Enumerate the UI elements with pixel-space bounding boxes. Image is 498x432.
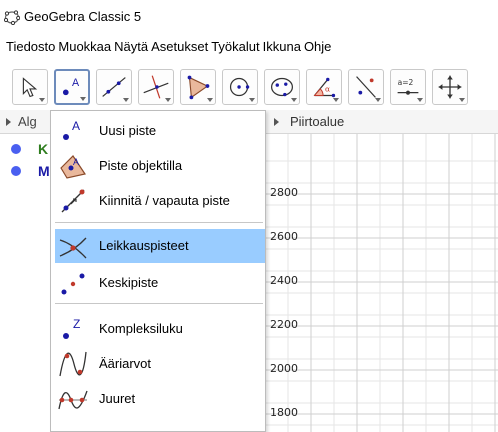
svg-text:α: α bbox=[325, 85, 330, 94]
menu-item-label: Leikkauspisteet bbox=[99, 238, 189, 253]
object-name: M bbox=[38, 163, 50, 179]
move-graphics-tool-button[interactable] bbox=[432, 69, 468, 105]
title-bar: GeoGebra Classic 5 bbox=[0, 0, 498, 32]
tool-menu-triangle-icon bbox=[249, 98, 255, 102]
window-title: GeoGebra Classic 5 bbox=[24, 9, 142, 24]
tool-menu-triangle-icon bbox=[333, 98, 339, 102]
menu-item-label: Keskipiste bbox=[99, 275, 159, 290]
menu-item-intersect[interactable]: Leikkauspisteet bbox=[55, 229, 265, 263]
visibility-dot-icon[interactable] bbox=[11, 166, 21, 176]
coordinate-grid[interactable] bbox=[266, 134, 498, 432]
tool-menu-triangle-icon bbox=[165, 98, 171, 102]
graphics-view[interactable]: Piirtoalue 2800 2600 2400 2200 2000 1800 bbox=[266, 110, 498, 432]
y-axis-tick-label: 2600 bbox=[270, 230, 298, 243]
line-tool-button[interactable] bbox=[96, 69, 132, 105]
angle-tool-button[interactable]: α bbox=[306, 69, 342, 105]
graphics-view-header[interactable]: Piirtoalue bbox=[266, 110, 498, 134]
visibility-dot-icon[interactable] bbox=[11, 144, 21, 154]
extremum-icon bbox=[59, 351, 87, 377]
menu-item-attach-detach-point[interactable]: Kiinnitä / vapauta piste bbox=[55, 184, 265, 218]
menu-item-label: Juuret bbox=[99, 391, 136, 406]
svg-text:A: A bbox=[72, 77, 80, 89]
expand-triangle-icon bbox=[6, 118, 11, 126]
menu-bar: Tiedosto Muokkaa Näytä Asetukset Työkalu… bbox=[0, 36, 498, 58]
expand-triangle-icon bbox=[274, 118, 279, 126]
point-tools-dropdown: A Uusi piste A Piste objektilla Kiinnitä… bbox=[50, 110, 266, 432]
algebra-view-title: Alg bbox=[18, 114, 37, 129]
ellipse-tool-button[interactable] bbox=[264, 69, 300, 105]
menu-item-complex-number[interactable]: Z Kompleksiluku bbox=[55, 312, 265, 346]
slider-tool-button[interactable]: a=2 bbox=[390, 69, 426, 105]
circle-tool-button[interactable] bbox=[222, 69, 258, 105]
object-name: K bbox=[38, 141, 49, 157]
graphics-view-title: Piirtoalue bbox=[290, 114, 345, 129]
tool-menu-triangle-icon bbox=[39, 98, 45, 102]
menu-item-new-point[interactable]: A Uusi piste bbox=[55, 114, 265, 148]
menu-item-label: Kiinnitä / vapauta piste bbox=[99, 193, 230, 208]
menu-item-extremum[interactable]: Ääriarvot bbox=[55, 347, 265, 381]
midpoint-icon bbox=[61, 273, 85, 295]
tool-menu-triangle-icon bbox=[375, 98, 381, 102]
menu-separator bbox=[55, 303, 263, 304]
intersect-icon bbox=[59, 237, 87, 259]
menu-item-point-on-object[interactable]: A Piste objektilla bbox=[55, 149, 265, 183]
y-axis-tick-label: 1800 bbox=[270, 406, 298, 419]
menu-file[interactable]: Tiedosto bbox=[6, 36, 55, 58]
tool-menu-triangle-icon bbox=[417, 98, 423, 102]
menu-item-label: Piste objektilla bbox=[99, 158, 183, 173]
menu-help[interactable]: Ohje bbox=[304, 36, 331, 58]
tool-menu-triangle-icon bbox=[459, 98, 465, 102]
toolbar: A α a=2 bbox=[0, 64, 498, 110]
menu-window[interactable]: Ikkuna bbox=[263, 36, 301, 58]
point-tool-button[interactable]: A bbox=[54, 69, 90, 105]
complex-number-icon: Z bbox=[63, 317, 80, 339]
menu-item-midpoint[interactable]: Keskipiste bbox=[55, 266, 265, 300]
algebra-row-m[interactable]: M bbox=[0, 160, 56, 182]
menu-separator bbox=[55, 222, 263, 223]
y-axis-tick-label: 2000 bbox=[270, 362, 298, 375]
menu-options[interactable]: Asetukset bbox=[151, 36, 208, 58]
menu-item-label: Uusi piste bbox=[99, 123, 157, 138]
menu-tools[interactable]: Työkalut bbox=[211, 36, 259, 58]
svg-text:Z: Z bbox=[73, 317, 80, 331]
algebra-view: Alg K M bbox=[0, 110, 56, 432]
menu-edit[interactable]: Muokkaa bbox=[58, 36, 111, 58]
attach-detach-point-icon bbox=[61, 189, 85, 213]
roots-icon bbox=[58, 390, 88, 410]
reflect-tool-button[interactable] bbox=[348, 69, 384, 105]
polygon-tool-button[interactable] bbox=[180, 69, 216, 105]
tool-menu-triangle-icon bbox=[123, 98, 129, 102]
svg-text:A: A bbox=[72, 119, 80, 133]
slider-label: a=2 bbox=[398, 78, 414, 87]
y-axis-tick-label: 2400 bbox=[270, 274, 298, 287]
y-axis-tick-label: 2800 bbox=[270, 186, 298, 199]
algebra-row-k[interactable]: K bbox=[0, 138, 56, 160]
menu-item-label: Ääriarvot bbox=[99, 356, 152, 371]
tool-menu-triangle-icon bbox=[291, 98, 297, 102]
svg-text:A: A bbox=[73, 157, 79, 167]
perpendicular-tool-button[interactable] bbox=[138, 69, 174, 105]
geogebra-logo-icon bbox=[4, 10, 20, 25]
point-on-object-icon: A bbox=[60, 155, 86, 179]
menu-item-roots[interactable]: Juuret bbox=[55, 382, 265, 416]
tool-menu-triangle-icon bbox=[207, 98, 213, 102]
new-point-icon: A bbox=[63, 119, 80, 140]
algebra-view-header[interactable]: Alg bbox=[0, 110, 56, 134]
menu-item-label: Kompleksiluku bbox=[99, 321, 183, 336]
menu-view[interactable]: Näytä bbox=[114, 36, 148, 58]
move-tool-button[interactable] bbox=[12, 69, 48, 105]
tool-menu-triangle-icon bbox=[80, 97, 86, 101]
y-axis-tick-label: 2200 bbox=[270, 318, 298, 331]
